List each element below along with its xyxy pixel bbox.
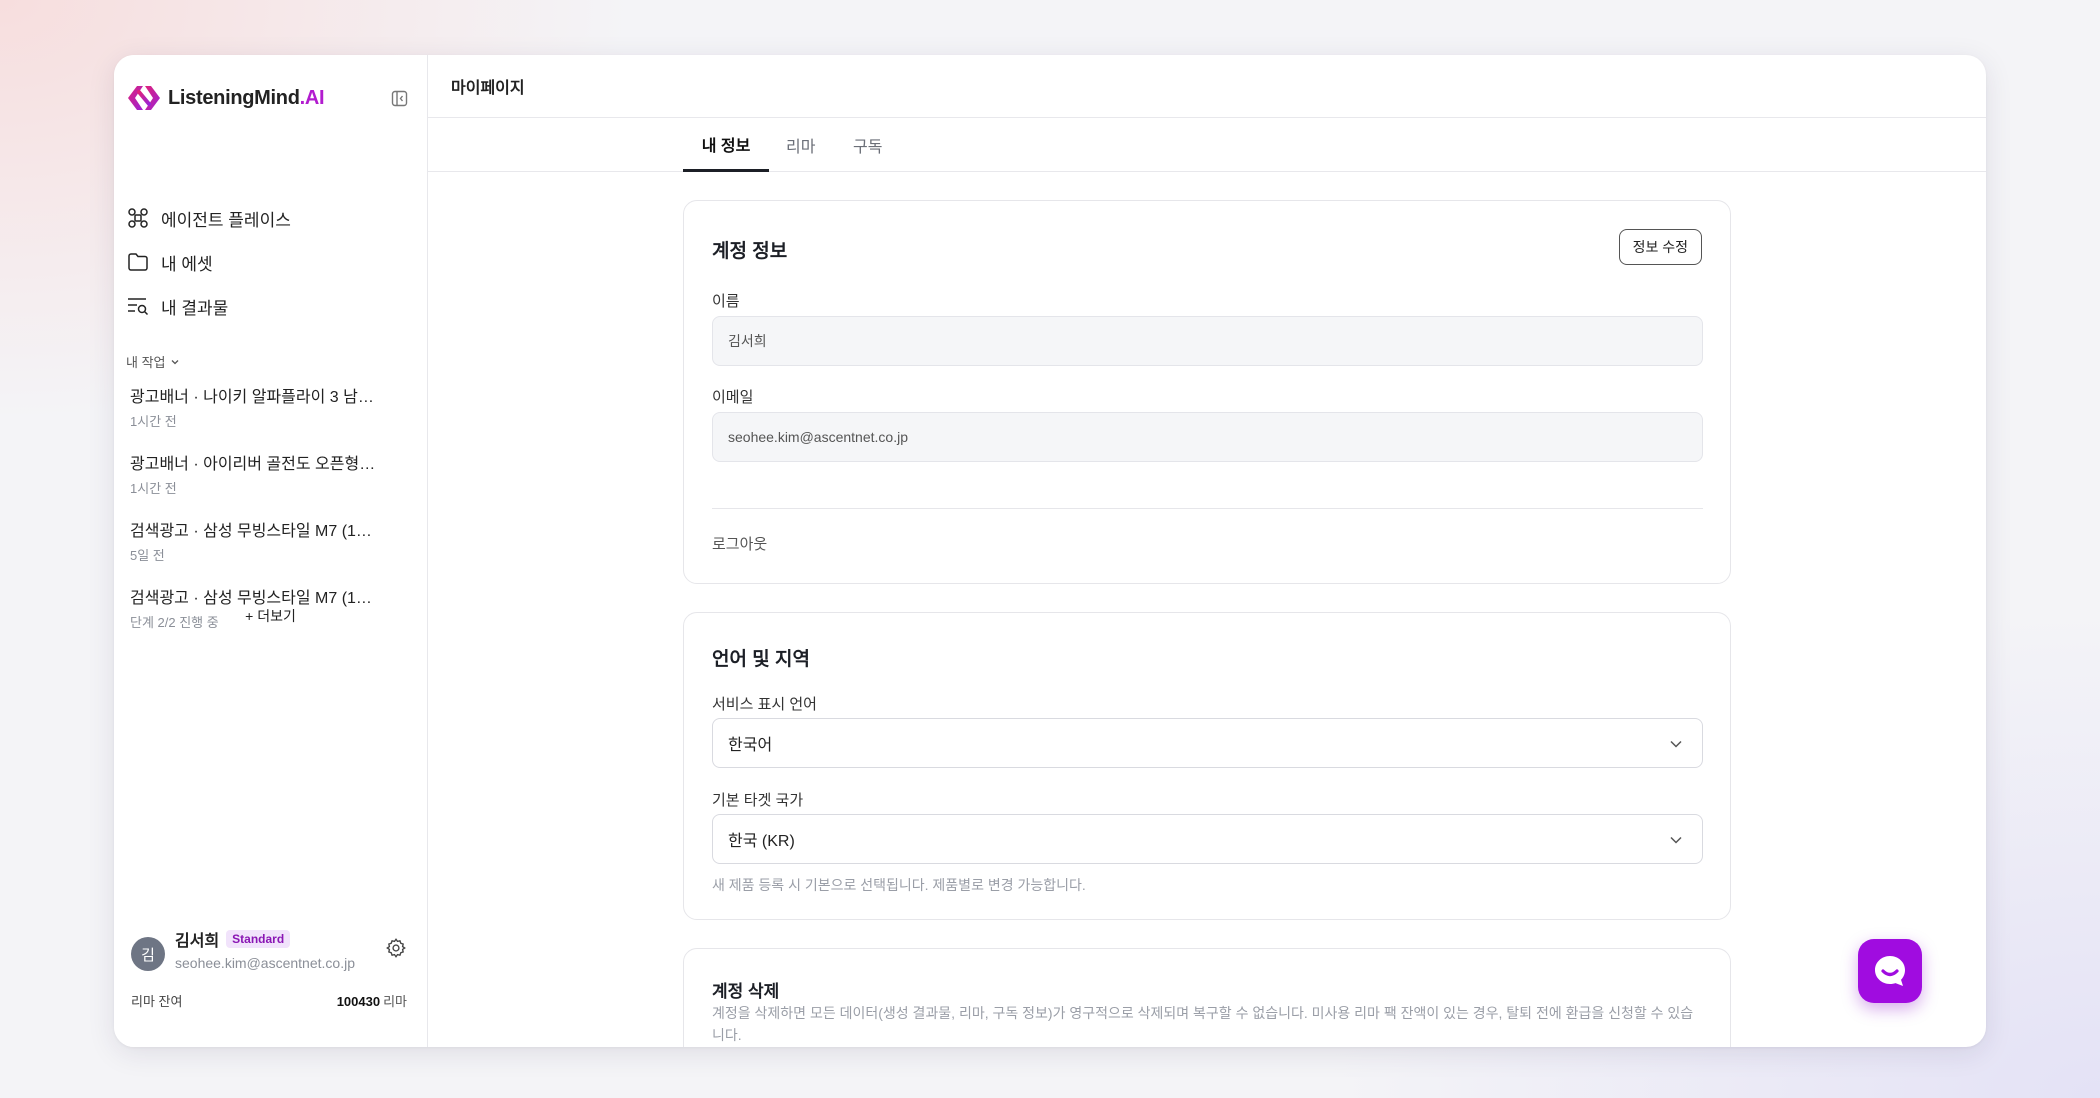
locale-card-title: 언어 및 지역 <box>712 649 810 670</box>
balance-row: 리마 잔여 100430 리마 <box>131 991 407 1010</box>
app-window: ListeningMind.AI 에이전트 플레이스 내 에셋 내 결과물 내 … <box>114 55 1986 1047</box>
my-tasks-toggle[interactable]: 내 작업 <box>126 352 180 371</box>
chevron-down-icon <box>1670 836 1682 844</box>
plan-badge: Standard <box>226 930 291 948</box>
logout-button[interactable]: 로그아웃 <box>712 533 767 554</box>
edit-info-button[interactable]: 정보 수정 <box>1618 229 1702 265</box>
task-time: 1시간 전 <box>130 481 177 496</box>
country-select[interactable]: 한국 (KR) <box>712 814 1703 864</box>
nav-item-agent-place[interactable]: 에이전트 플레이스 <box>126 196 415 240</box>
main-content: 마이페이지 내 정보 리마 구독 계정 정보 정보 수정 이름 김서희 이메일 … <box>428 55 1986 1047</box>
sidebar-collapse-icon <box>391 90 407 106</box>
user-name: 김서희 <box>175 933 220 950</box>
email-label: 이메일 <box>712 389 754 406</box>
chat-bubble-icon <box>1875 956 1905 986</box>
user-email: seohee.kim@ascentnet.co.jp <box>175 955 355 971</box>
nav-item-my-results[interactable]: 내 결과물 <box>126 284 415 328</box>
task-title: 광고배너 · 나이키 알파플라이 3 남… <box>130 389 374 406</box>
chevron-down-icon <box>1670 740 1682 748</box>
email-field: seohee.kim@ascentnet.co.jp <box>712 412 1703 462</box>
name-field: 김서희 <box>712 316 1703 366</box>
tab-subscription[interactable]: 구독 <box>853 118 882 172</box>
task-item[interactable]: 광고배너 · 나이키 알파플라이 3 남… 1시간 전 <box>130 387 413 454</box>
agent-grid-icon <box>128 208 148 228</box>
divider <box>712 508 1703 509</box>
sidebar-nav: 에이전트 플레이스 내 에셋 내 결과물 <box>126 196 415 328</box>
nav-item-my-assets[interactable]: 내 에셋 <box>126 240 415 284</box>
page-title: 마이페이지 <box>428 55 1986 118</box>
delete-card-title: 계정 삭제 <box>712 982 780 1001</box>
balance-unit: 리마 <box>383 994 407 1009</box>
gear-icon <box>386 938 406 958</box>
avatar[interactable]: 김 <box>131 937 165 971</box>
task-item[interactable]: 광고배너 · 아이리버 골전도 오픈형… 1시간 전 <box>130 454 413 521</box>
show-more-button[interactable]: + 더보기 <box>114 606 427 626</box>
folder-icon <box>128 253 148 271</box>
account-card-title: 계정 정보 <box>712 241 788 262</box>
task-item[interactable]: 검색광고 · 삼성 무빙스타일 M7 (1… 5일 전 <box>130 521 413 588</box>
task-title: 광고배너 · 아이리버 골전도 오픈형… <box>130 456 376 473</box>
chevron-down-icon <box>171 359 178 364</box>
section-label: 내 작업 <box>126 355 166 370</box>
language-value: 한국어 <box>728 737 773 754</box>
brand-logo-icon <box>128 86 160 110</box>
delete-account-card: 계정 삭제 계정을 삭제하면 모든 데이터(생성 결과물, 리마, 구독 정보)… <box>683 948 1731 1047</box>
task-time: 1시간 전 <box>130 414 177 429</box>
tab-my-info[interactable]: 내 정보 <box>683 118 769 172</box>
sidebar-collapse-button[interactable] <box>387 86 411 110</box>
name-label: 이름 <box>712 293 740 310</box>
brand-name: ListeningMind.AI <box>168 86 325 109</box>
account-info-card: 계정 정보 정보 수정 이름 김서희 이메일 seohee.kim@ascent… <box>683 200 1731 584</box>
country-hint: 새 제품 등록 시 기본으로 선택됩니다. 제품별로 변경 가능합니다. <box>712 877 1086 893</box>
balance-amount: 100430 리마 <box>337 991 407 1010</box>
sidebar: ListeningMind.AI 에이전트 플레이스 내 에셋 내 결과물 내 … <box>114 55 428 1047</box>
country-label: 기본 타겟 국가 <box>712 792 804 809</box>
brand-logo[interactable]: ListeningMind.AI <box>126 78 415 118</box>
language-region-card: 언어 및 지역 서비스 표시 언어 한국어 기본 타겟 국가 한국 (KR) 새… <box>683 612 1731 920</box>
tab-bar: 내 정보 리마 구독 <box>428 118 1986 172</box>
balance-label: 리마 잔여 <box>131 994 183 1009</box>
settings-button[interactable] <box>385 937 407 964</box>
tab-rima[interactable]: 리마 <box>786 118 815 172</box>
chat-button[interactable] <box>1858 939 1922 1003</box>
nav-item-label: 에이전트 플레이스 <box>161 210 291 230</box>
balance-value: 100430 <box>336 994 381 1009</box>
user-name-row: 김서희 Standard <box>175 927 291 951</box>
nav-item-label: 내 에셋 <box>161 254 213 274</box>
task-time: 5일 전 <box>130 548 165 563</box>
task-title: 검색광고 · 삼성 무빙스타일 M7 (1… <box>130 523 372 540</box>
country-value: 한국 (KR) <box>728 833 795 850</box>
nav-item-label: 내 결과물 <box>161 298 229 318</box>
language-label: 서비스 표시 언어 <box>712 696 817 713</box>
language-select[interactable]: 한국어 <box>712 718 1703 768</box>
delete-description: 계정을 삭제하면 모든 데이터(생성 결과물, 리마, 구독 정보)가 영구적으… <box>712 1005 1694 1043</box>
results-list-icon <box>128 298 149 316</box>
